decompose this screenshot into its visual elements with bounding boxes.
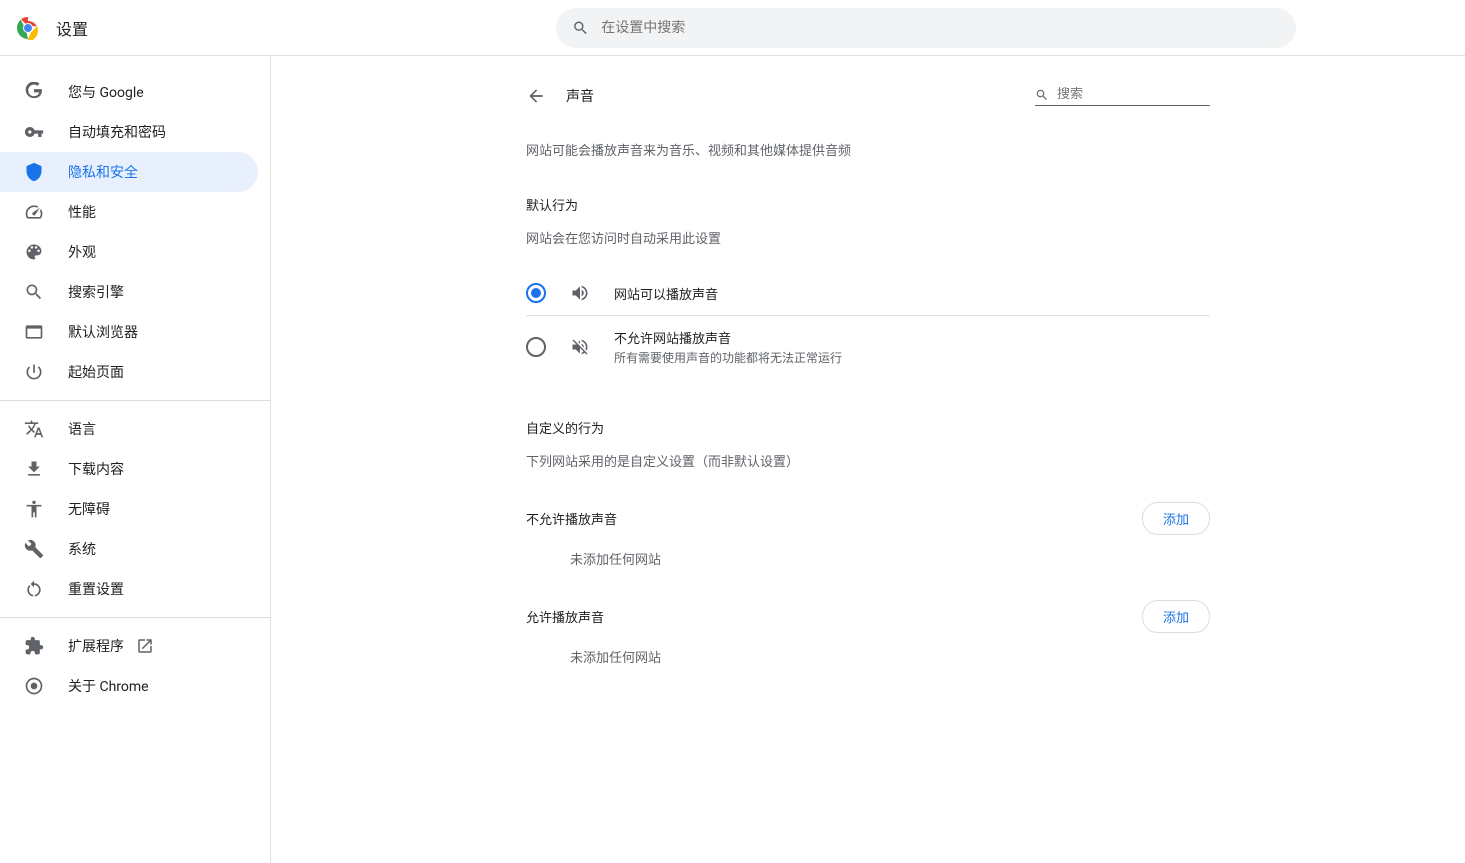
sidebar-item-languages[interactable]: 语言: [0, 409, 258, 449]
sidebar-item-startup[interactable]: 起始页面: [0, 352, 258, 392]
page-title: 声音: [566, 86, 594, 106]
translate-icon: [24, 419, 44, 439]
sidebar-item-accessibility[interactable]: 无障碍: [0, 489, 258, 529]
arrow-back-icon: [526, 86, 546, 106]
sidebar: 您与 Google 自动填充和密码 隐私和安全 性能 外观 搜索引擎 默认浏览器: [0, 56, 270, 863]
search-icon: [572, 19, 589, 37]
chrome-outline-icon: [24, 676, 44, 696]
custom-behavior-sub: 下列网站采用的是自定义设置（而非默认设置）: [526, 451, 1210, 470]
app-title: 设置: [56, 16, 88, 40]
sidebar-item-privacy[interactable]: 隐私和安全: [0, 152, 258, 192]
sidebar-item-label: 隐私和安全: [68, 162, 138, 182]
sidebar-item-system[interactable]: 系统: [0, 529, 258, 569]
option-sublabel: 所有需要使用声音的功能都将无法正常运行: [614, 349, 842, 366]
google-icon: [24, 82, 44, 102]
search-icon: [1035, 87, 1049, 103]
sidebar-item-label: 关于 Chrome: [68, 676, 149, 696]
nav-divider: [0, 400, 270, 401]
global-search-bar[interactable]: [556, 8, 1296, 48]
add-allow-button[interactable]: 添加: [1142, 600, 1210, 633]
sidebar-item-autofill[interactable]: 自动填充和密码: [0, 112, 258, 152]
search-icon: [24, 282, 44, 302]
download-icon: [24, 459, 44, 479]
sidebar-item-extensions[interactable]: 扩展程序: [0, 626, 258, 666]
sidebar-item-default-browser[interactable]: 默认浏览器: [0, 312, 258, 352]
add-block-button[interactable]: 添加: [1142, 502, 1210, 535]
speed-icon: [24, 202, 44, 222]
sidebar-item-search-engine[interactable]: 搜索引擎: [0, 272, 258, 312]
sidebar-item-about[interactable]: 关于 Chrome: [0, 666, 258, 706]
sidebar-item-label: 默认浏览器: [68, 322, 138, 342]
restore-icon: [24, 579, 44, 599]
allow-list-empty: 未添加任何网站: [526, 647, 1210, 666]
sidebar-item-label: 性能: [68, 202, 96, 222]
browser-icon: [24, 322, 44, 342]
sidebar-item-label: 您与 Google: [68, 82, 144, 102]
app-header: 设置: [0, 0, 1465, 56]
sidebar-item-appearance[interactable]: 外观: [0, 232, 258, 272]
nav-divider: [0, 617, 270, 618]
build-icon: [24, 539, 44, 559]
block-list-header: 不允许播放声音 添加: [526, 502, 1210, 535]
sidebar-item-reset[interactable]: 重置设置: [0, 569, 258, 609]
radio-option-allow[interactable]: 网站可以播放声音: [526, 271, 1210, 316]
sidebar-item-label: 无障碍: [68, 499, 110, 519]
sidebar-item-label: 下载内容: [68, 459, 124, 479]
option-label: 网站可以播放声音: [614, 284, 718, 303]
sub-header: 声音: [526, 76, 1210, 116]
sidebar-item-label: 外观: [68, 242, 96, 262]
radio-input[interactable]: [526, 283, 546, 303]
sidebar-item-performance[interactable]: 性能: [0, 192, 258, 232]
radio-input[interactable]: [526, 337, 546, 357]
page-search-input[interactable]: [1057, 87, 1210, 102]
block-list-title: 不允许播放声音: [526, 509, 617, 528]
allow-list-header: 允许播放声音 添加: [526, 600, 1210, 633]
radio-option-block[interactable]: 不允许网站播放声音 所有需要使用声音的功能都将无法正常运行: [526, 316, 1210, 378]
key-icon: [24, 122, 44, 142]
volume-icon: [570, 283, 590, 303]
shield-icon: [24, 162, 44, 182]
page-search-container[interactable]: [1035, 87, 1210, 106]
default-behavior-sub: 网站会在您访问时自动采用此设置: [526, 228, 1210, 247]
header-title-area: 设置: [16, 16, 556, 40]
palette-icon: [24, 242, 44, 262]
volume-off-icon: [570, 337, 590, 357]
back-button[interactable]: [526, 86, 546, 106]
default-behavior-title: 默认行为: [526, 195, 1210, 214]
allow-list-title: 允许播放声音: [526, 607, 604, 626]
chrome-logo-icon: [16, 16, 40, 40]
sidebar-item-label: 系统: [68, 539, 96, 559]
block-list-empty: 未添加任何网站: [526, 549, 1210, 568]
sidebar-item-google[interactable]: 您与 Google: [0, 72, 258, 112]
external-link-icon: [136, 637, 154, 655]
sidebar-item-label: 扩展程序: [68, 636, 154, 656]
custom-behavior-title: 自定义的行为: [526, 418, 1210, 437]
power-icon: [24, 362, 44, 382]
sidebar-item-label: 自动填充和密码: [68, 122, 166, 142]
sidebar-item-downloads[interactable]: 下载内容: [0, 449, 258, 489]
sidebar-item-label: 语言: [68, 419, 96, 439]
sidebar-item-label: 起始页面: [68, 362, 124, 382]
sidebar-item-label: 重置设置: [68, 579, 124, 599]
main-content-area: 声音 网站可能会播放声音来为音乐、视频和其他媒体提供音频 默认行为 网站会在您访…: [270, 56, 1465, 863]
page-description: 网站可能会播放声音来为音乐、视频和其他媒体提供音频: [526, 140, 1210, 159]
option-label: 不允许网站播放声音: [614, 328, 842, 347]
accessibility-icon: [24, 499, 44, 519]
extension-icon: [24, 636, 44, 656]
global-search-input[interactable]: [601, 20, 1280, 36]
sidebar-item-label: 搜索引擎: [68, 282, 124, 302]
